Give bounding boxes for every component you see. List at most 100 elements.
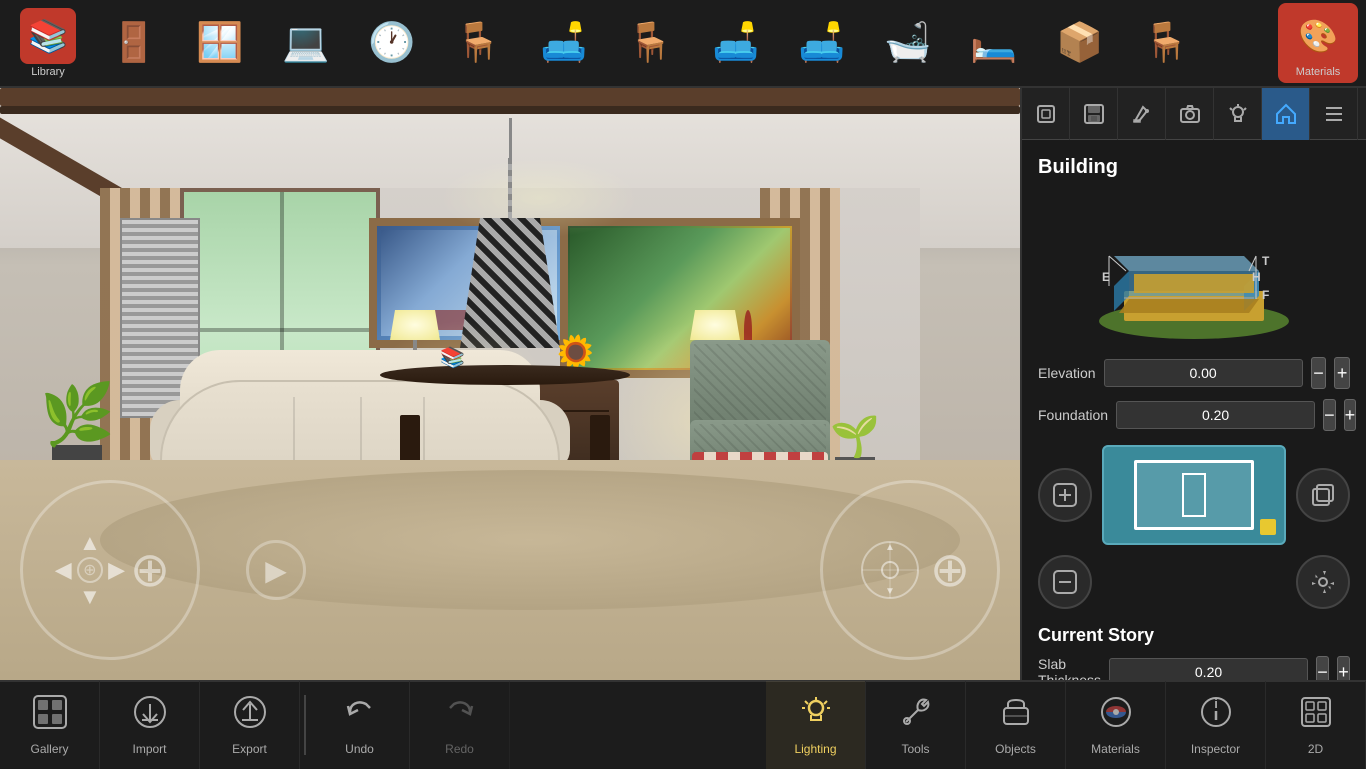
furniture-chair-red[interactable]: 🪑	[438, 3, 518, 83]
furniture-sofa-yellow[interactable]: 🛋️	[782, 3, 862, 83]
furniture-bed[interactable]: 🛏️	[954, 3, 1034, 83]
svg-text:▲: ▲	[885, 542, 895, 553]
lighting-button[interactable]: Lighting	[766, 681, 866, 769]
slab-decrease-btn[interactable]: −	[1316, 656, 1329, 680]
add-room-btn[interactable]	[1038, 468, 1092, 522]
building-diagram: T H E F	[1038, 191, 1350, 341]
library-icon: 📚	[20, 8, 76, 64]
elevation-label: Elevation	[1038, 365, 1096, 381]
2d-label: 2D	[1308, 742, 1323, 756]
lighting-label: Lighting	[794, 742, 836, 756]
import-button[interactable]: Import	[100, 681, 200, 769]
current-story-title: Current Story	[1038, 625, 1350, 646]
panel-select-btn[interactable]	[1022, 88, 1070, 140]
furniture-window[interactable]: 🪟	[180, 3, 260, 83]
slab-input[interactable]	[1109, 658, 1308, 680]
panel-home-btn[interactable]	[1262, 88, 1310, 140]
furniture-chair-pink[interactable]: 🪑	[610, 3, 690, 83]
foundation-row: Foundation − +	[1038, 399, 1350, 431]
foundation-increase-btn[interactable]: +	[1344, 399, 1357, 431]
slab-thickness-row: Slab Thickness − +	[1038, 656, 1350, 680]
elevation-increase-btn[interactable]: +	[1334, 357, 1350, 389]
furniture-door[interactable]: 🚪	[94, 3, 174, 83]
materials-bottom-label: Materials	[1091, 742, 1140, 756]
materials-button[interactable]: 🎨 Materials	[1278, 3, 1358, 83]
undo-button[interactable]: Undo	[310, 681, 410, 769]
slab-increase-btn[interactable]: +	[1337, 656, 1350, 680]
materials-icon: 🎨	[1290, 8, 1346, 64]
2d-icon	[1298, 694, 1334, 738]
lighting-icon	[798, 694, 834, 738]
bottom-toolbar: Gallery Import Export	[0, 680, 1366, 768]
export-button[interactable]: Export	[200, 681, 300, 769]
gallery-button[interactable]: Gallery	[0, 681, 100, 769]
objects-icon	[998, 694, 1034, 738]
elevation-row: Elevation − +	[1038, 357, 1350, 389]
tools-label: Tools	[901, 742, 929, 756]
import-icon	[132, 694, 168, 738]
materials-label: Materials	[1296, 66, 1341, 78]
settings-btn[interactable]	[1296, 555, 1350, 609]
undo-icon	[342, 694, 378, 738]
nav-arrow-button[interactable]: ▶	[246, 540, 306, 600]
joystick-left[interactable]: ▲ ◀ ⊕ ▶ ▼	[20, 480, 200, 660]
inspector-button[interactable]: i Inspector	[1166, 681, 1266, 769]
top-toolbar: 📚 Library 🚪 🪟 💻 🕐 🪑 🛋️ 🪑 🛋️ 🛋️ 🛁 🛏️ 📦 🪑	[0, 0, 1366, 88]
furniture-bathtub[interactable]: 🛁	[868, 3, 948, 83]
tools-icon	[898, 694, 934, 738]
export-label: Export	[232, 742, 267, 756]
joystick-right[interactable]: ▲ ▼	[820, 480, 1000, 660]
panel-paint-btn[interactable]	[1118, 88, 1166, 140]
furniture-sofa-light[interactable]: 🛋️	[696, 3, 776, 83]
redo-label: Redo	[445, 742, 474, 756]
elevation-decrease-btn[interactable]: −	[1311, 357, 1327, 389]
svg-text:T: T	[1262, 254, 1270, 268]
objects-button[interactable]: Objects	[966, 681, 1066, 769]
slab-label: Slab Thickness	[1038, 656, 1101, 680]
objects-label: Objects	[995, 742, 1036, 756]
right-panel: Building	[1020, 88, 1366, 680]
materials-bottom-icon	[1098, 694, 1134, 738]
import-label: Import	[132, 742, 166, 756]
furniture-chest[interactable]: 📦	[1040, 3, 1120, 83]
furniture-laptop[interactable]: 💻	[266, 3, 346, 83]
elevation-input[interactable]	[1104, 359, 1303, 387]
foundation-decrease-btn[interactable]: −	[1323, 399, 1336, 431]
pendant-lamp	[460, 118, 560, 348]
books-icon: 📚	[440, 345, 465, 370]
plant-left-icon: 🌿	[40, 385, 115, 445]
gallery-icon	[32, 694, 68, 738]
panel-list-btn[interactable]	[1310, 88, 1358, 140]
separator-1	[304, 695, 306, 755]
panel-content: Building	[1022, 140, 1366, 680]
redo-icon	[442, 694, 478, 738]
floor-plan-preview[interactable]	[1102, 445, 1286, 545]
gallery-label: Gallery	[30, 742, 68, 756]
foundation-input[interactable]	[1116, 401, 1315, 429]
tools-button[interactable]: Tools	[866, 681, 966, 769]
library-button[interactable]: 📚 Library	[8, 3, 88, 83]
subtract-btn[interactable]	[1038, 555, 1092, 609]
undo-label: Undo	[345, 742, 374, 756]
panel-camera-btn[interactable]	[1166, 88, 1214, 140]
scene-area[interactable]: 🌻 🌿 🌱 �	[0, 88, 1020, 680]
svg-text:▼: ▼	[885, 586, 895, 597]
export-icon	[232, 694, 268, 738]
furniture-armchair-yellow[interactable]: 🛋️	[524, 3, 604, 83]
inspector-icon: i	[1198, 694, 1234, 738]
svg-text:i: i	[1214, 696, 1218, 711]
redo-button[interactable]: Redo	[410, 681, 510, 769]
action-row-2	[1038, 555, 1350, 609]
panel-title: Building	[1038, 156, 1350, 179]
foundation-label: Foundation	[1038, 407, 1108, 423]
2d-button[interactable]: 2D	[1266, 681, 1366, 769]
furniture-clock[interactable]: 🕐	[352, 3, 432, 83]
panel-light-btn[interactable]	[1214, 88, 1262, 140]
materials-bottom-button[interactable]: Materials	[1066, 681, 1166, 769]
copy-btn[interactable]	[1296, 468, 1350, 522]
library-label: Library	[31, 66, 65, 78]
furniture-chair-dining[interactable]: 🪑	[1126, 3, 1206, 83]
action-row-1	[1038, 445, 1350, 545]
panel-save-btn[interactable]	[1070, 88, 1118, 140]
inspector-label: Inspector	[1191, 742, 1240, 756]
